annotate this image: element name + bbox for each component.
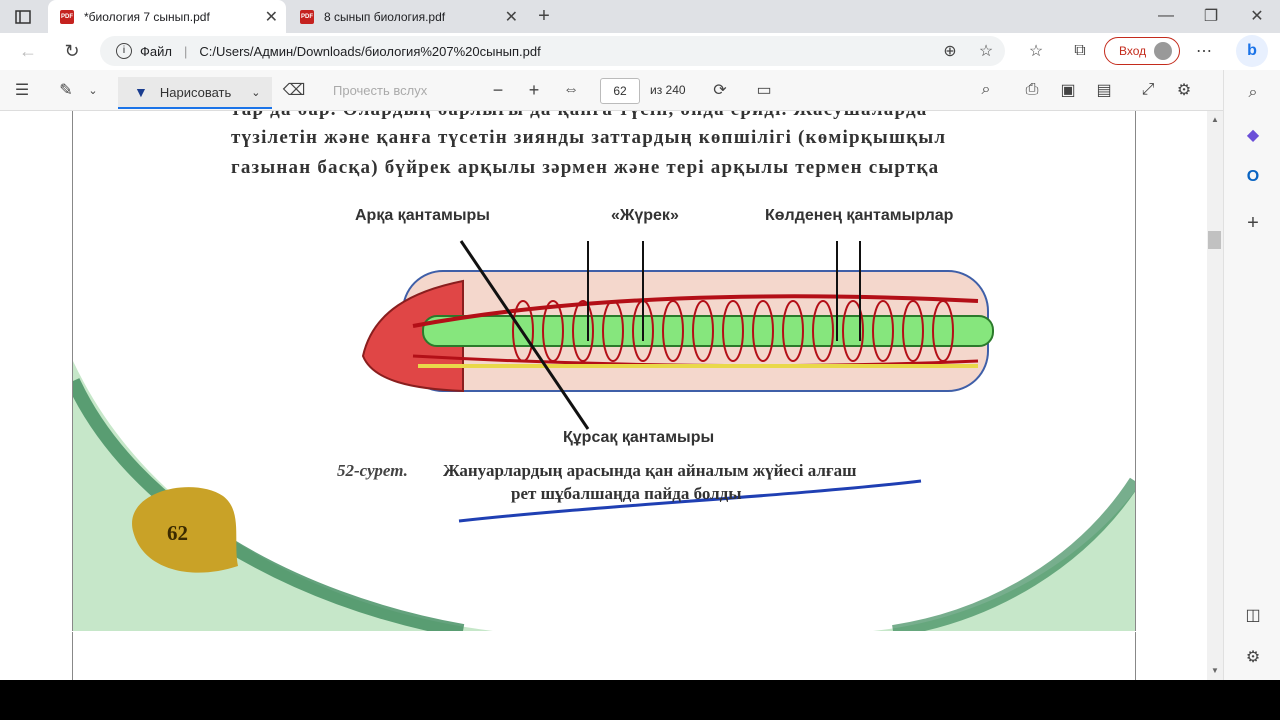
minimize-icon[interactable]: — — [1155, 5, 1177, 27]
contents-icon[interactable]: ☰ — [12, 80, 32, 100]
label-dorsal-vessel: Арқа қантамыры — [355, 207, 490, 224]
rotate-icon[interactable]: ⟳ — [710, 80, 730, 100]
copilot-app-icon[interactable]: ◆ — [1242, 124, 1264, 146]
page-view-icon[interactable]: ▭ — [754, 80, 774, 100]
page-number-badge: 62 — [167, 521, 188, 545]
outlook-icon[interactable]: O — [1242, 166, 1264, 188]
favorites-icon[interactable]: ☆ — [1026, 41, 1046, 61]
figure-caption-line-1: Жануарлардың арасында қан айналым жүйесі… — [443, 461, 857, 480]
add-app-icon[interactable]: + — [1242, 212, 1264, 234]
print-icon[interactable]: ⎙ — [1022, 80, 1042, 100]
fit-width-icon[interactable]: ⇔ — [560, 80, 582, 100]
draw-button[interactable]: ▼ Нарисовать ⌄ — [118, 77, 272, 109]
zoom-out-icon[interactable]: − — [488, 80, 508, 100]
address-bar: ← ↻ i Файл | C:/Users/Админ/Downloads/би… — [0, 33, 1280, 71]
chevron-down-icon[interactable]: ⌄ — [251, 86, 260, 99]
read-aloud-button[interactable]: Прочесть вслух — [333, 83, 427, 98]
pdf-icon: PDF — [60, 9, 74, 24]
pdf-page: тар да бар. Олардың барлығы да қанға түс… — [72, 111, 1136, 631]
scheme-label: Файл — [140, 43, 172, 59]
zoom-icon[interactable]: ⊕ — [940, 41, 960, 61]
figure-number: 52-сурет. — [337, 461, 408, 480]
pdf-toolbar: ☰ ✎ ⌄ ▼ Нарисовать ⌄ ⌫ Прочесть вслух − … — [0, 70, 1223, 111]
highlight-icon[interactable]: ✎ — [56, 80, 76, 100]
search-icon[interactable]: ⌕ — [1242, 82, 1264, 104]
text-line-3: газынан басқа) бүйрек арқылы зәрмен және… — [231, 157, 940, 178]
fullscreen-icon[interactable]: ⤢ — [1138, 80, 1158, 100]
figure-caption-line-2: рет шұбалшаңда пайда болды — [511, 484, 742, 503]
page-number-input[interactable]: 62 — [600, 78, 640, 104]
sidebar-toggle-icon[interactable]: ◫ — [1242, 604, 1264, 626]
refresh-icon[interactable]: ↻ — [60, 40, 84, 62]
page-total: из 240 — [650, 83, 686, 97]
settings-icon[interactable]: ⚙ — [1174, 80, 1194, 100]
settings-icon[interactable]: ⚙ — [1242, 646, 1264, 668]
scroll-down-icon[interactable]: ▼ — [1211, 666, 1219, 675]
url-bar[interactable]: i Файл | C:/Users/Админ/Downloads/биолог… — [100, 36, 1005, 66]
close-window-icon[interactable]: ✕ — [1246, 5, 1268, 27]
tab-title: 8 сынып биология.pdf — [324, 9, 446, 24]
favorite-add-icon[interactable]: ☆ — [976, 41, 996, 61]
tab-title: *биология 7 сынып.pdf — [84, 9, 210, 24]
text-line-1: тар да бар. Олардың барлығы да қанға түс… — [231, 111, 1086, 121]
label-transverse-vessels: Көлденең қантамырлар — [765, 207, 954, 224]
page-decoration — [73, 240, 1135, 631]
screen-bottom-bar — [0, 680, 1280, 720]
edge-sidebar: ⌕ ◆ O + ◫ ⚙ — [1223, 70, 1280, 680]
back-icon[interactable]: ← — [16, 40, 40, 62]
tab-biology-8[interactable]: PDF 8 сынып биология.pdf ✕ — [288, 0, 526, 33]
text-line-2: түзілетін және қанға түсетін зиянды затт… — [231, 127, 947, 148]
tab-bar: PDF *биология 7 сынып.pdf ✕ PDF 8 сынып … — [0, 0, 1280, 33]
label-ventral-vessel: Құрсақ қантамыры — [563, 429, 715, 446]
divider: | — [183, 43, 188, 59]
save-icon[interactable]: ▣ — [1058, 80, 1078, 100]
pdf-viewer[interactable]: тар да бар. Олардың барлығы да қанға түс… — [0, 111, 1207, 680]
close-tab-icon[interactable]: ✕ — [505, 7, 518, 27]
chevron-down-icon[interactable]: ⌄ — [86, 82, 100, 98]
collections-icon[interactable]: ⧉ — [1070, 41, 1090, 61]
next-pdf-page — [72, 632, 1136, 680]
more-icon[interactable]: ⋯ — [1194, 41, 1214, 61]
draw-label: Нарисовать — [159, 84, 232, 100]
maximize-icon[interactable]: ❐ — [1200, 5, 1222, 27]
draw-icon: ▼ — [134, 84, 148, 100]
sign-in-button[interactable]: Вход — [1104, 37, 1180, 65]
close-tab-icon[interactable]: ✕ — [265, 7, 278, 27]
info-icon[interactable]: i — [116, 43, 132, 59]
pdf-icon: PDF — [300, 9, 314, 24]
new-tab-icon[interactable]: + — [533, 5, 555, 27]
copilot-icon[interactable]: b — [1236, 35, 1268, 67]
search-icon[interactable]: ⌕ — [976, 80, 996, 100]
zoom-in-icon[interactable]: + — [524, 80, 544, 100]
scrollbar-thumb[interactable] — [1208, 231, 1221, 249]
sign-in-label: Вход — [1119, 44, 1147, 58]
scroll-up-icon[interactable]: ▲ — [1211, 115, 1219, 124]
save-as-icon[interactable]: ▤ — [1094, 80, 1114, 100]
url-text[interactable]: C:/Users/Админ/Downloads/биология%207%20… — [199, 44, 540, 59]
vertical-scrollbar[interactable]: ▲ ▼ — [1207, 111, 1223, 680]
tab-biology-7[interactable]: PDF *биология 7 сынып.pdf ✕ — [48, 0, 286, 33]
workspaces-icon[interactable] — [12, 7, 34, 27]
avatar — [1154, 42, 1173, 60]
eraser-icon[interactable]: ⌫ — [283, 80, 306, 100]
label-heart: «Жүрек» — [611, 207, 679, 224]
